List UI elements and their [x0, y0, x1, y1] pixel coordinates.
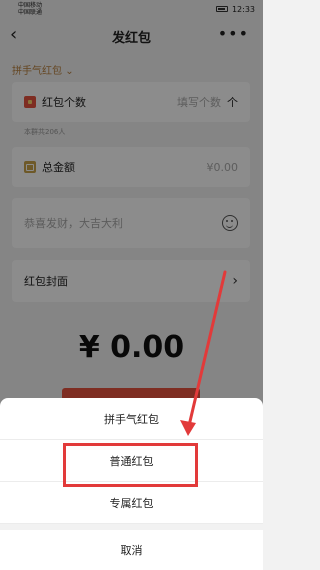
sheet-item-lucky[interactable]: 拼手气红包	[0, 398, 263, 440]
highlight-annotation-box	[63, 443, 198, 487]
sheet-item-exclusive[interactable]: 专属红包	[0, 482, 263, 524]
cancel-button[interactable]: 取消	[0, 530, 263, 570]
